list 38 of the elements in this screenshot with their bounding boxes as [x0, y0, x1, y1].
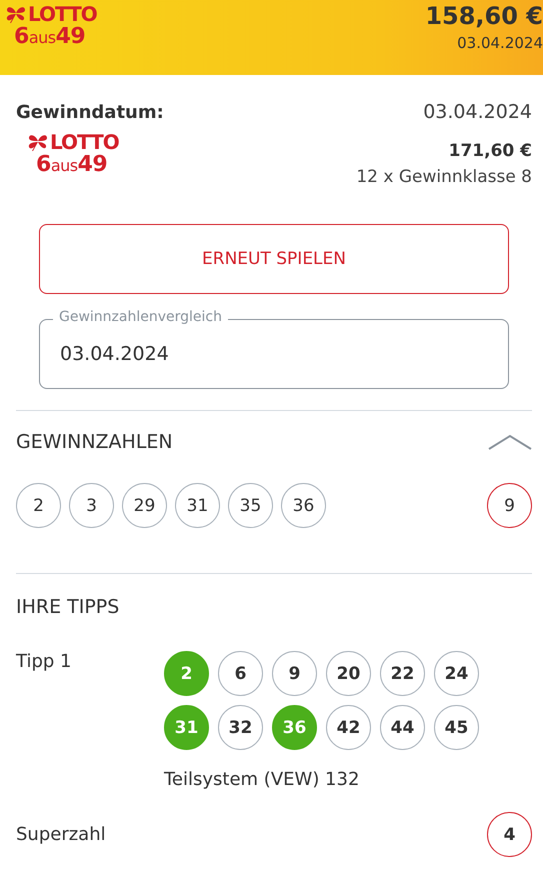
number-ball: 45 [434, 705, 479, 750]
number-ball: 36 [272, 705, 317, 750]
number-ball: 44 [380, 705, 425, 750]
number-ball: 31 [175, 483, 220, 528]
draw-date: 03.04.2024 [456, 34, 543, 52]
number-ball: 3 [69, 483, 114, 528]
number-ball: 22 [380, 651, 425, 696]
win-date: 03.04.2024 [423, 101, 532, 123]
logo-wordmark: LOTTO [50, 131, 119, 153]
number-ball: 9 [272, 651, 317, 696]
win-date-label: Gewinndatum: [16, 102, 164, 122]
number-ball: 31 [164, 705, 209, 750]
superzahl-ball: 9 [487, 483, 532, 528]
number-ball: 35 [228, 483, 273, 528]
number-ball: 29 [122, 483, 167, 528]
field-label: Gewinnzahlenvergleich [53, 309, 228, 325]
win-amount: 171,60 € [448, 141, 532, 161]
logo-wordmark: LOTTO [28, 3, 97, 25]
logo-subtitle: 6aus49 [13, 25, 86, 50]
number-ball: 2 [164, 651, 209, 696]
replay-button[interactable]: ERNEUT SPIELEN [39, 224, 509, 294]
section-title: GEWINNZAHLEN [16, 431, 173, 453]
system-label: Teilsystem (VEW) 132 [164, 769, 360, 790]
number-ball: 24 [434, 651, 479, 696]
superzahl-ball: 4 [487, 812, 532, 857]
number-ball: 6 [218, 651, 263, 696]
total-amount: 158,60 € [425, 2, 543, 30]
superzahl-label: Superzahl [16, 824, 107, 845]
number-ball: 32 [218, 705, 263, 750]
number-ball: 20 [326, 651, 371, 696]
number-ball: 2 [16, 483, 61, 528]
chevron-icon[interactable] [488, 434, 532, 450]
win-class: 12 x Gewinnklasse 8 [356, 167, 532, 187]
number-ball: 36 [281, 483, 326, 528]
number-ball: 42 [326, 705, 371, 750]
logo-subtitle: 6aus49 [35, 153, 108, 178]
tip-label: Tipp 1 [16, 651, 72, 674]
section-title: IHRE TIPPS [16, 596, 120, 618]
